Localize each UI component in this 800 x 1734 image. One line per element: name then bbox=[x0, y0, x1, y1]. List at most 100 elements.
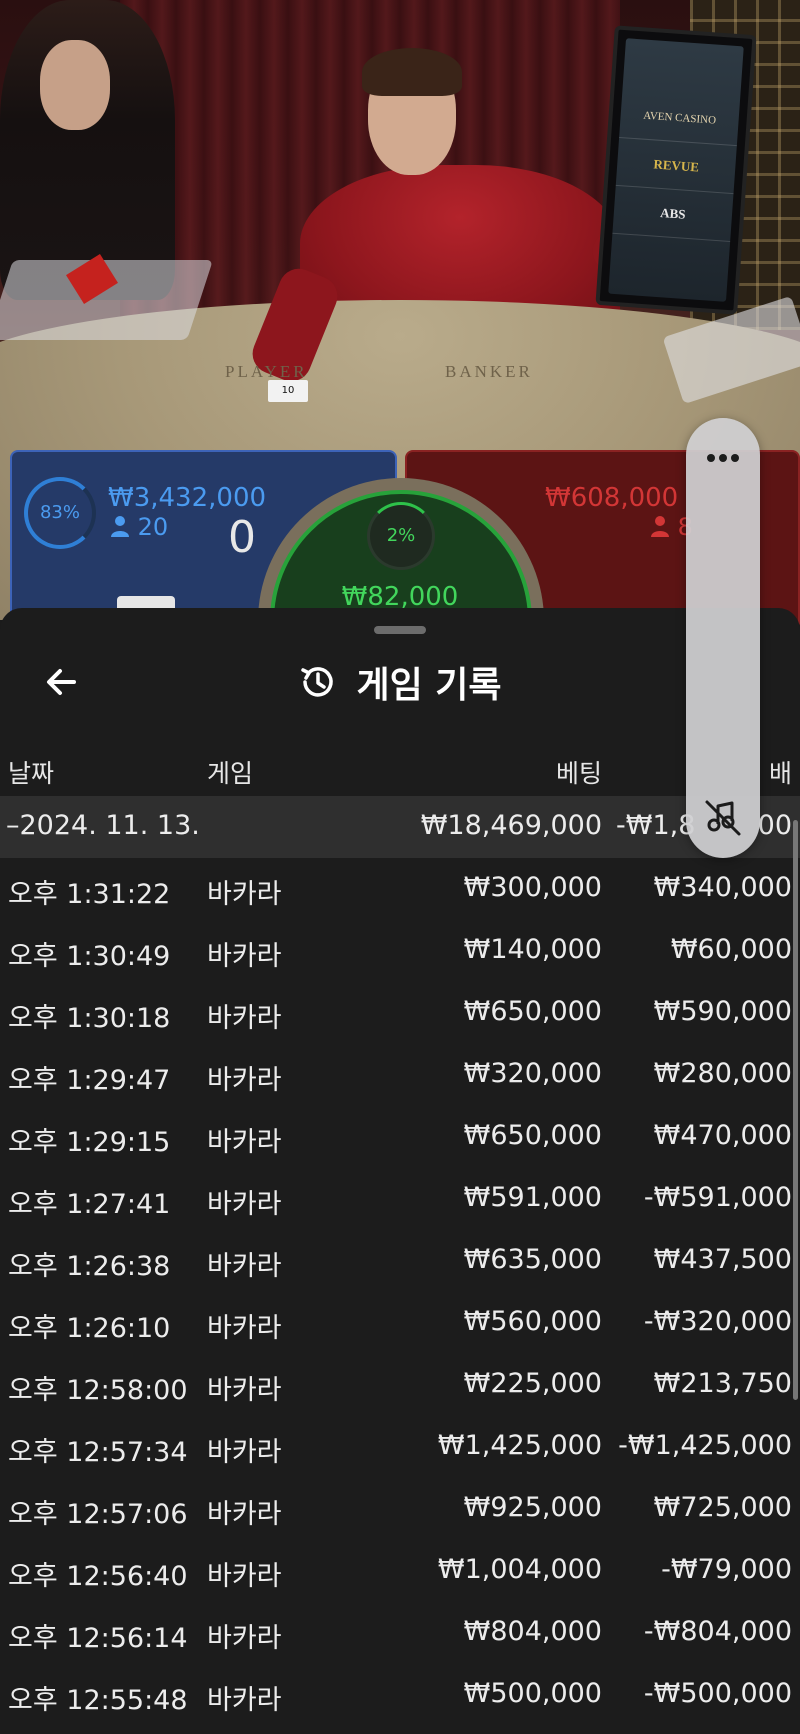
history-row-bet: ₩140,000 bbox=[463, 934, 602, 965]
history-row-game: 바카라 bbox=[207, 1437, 282, 1468]
history-row-payout: -₩320,000 bbox=[643, 1306, 792, 1337]
playing-card: 10 bbox=[268, 380, 308, 402]
brand-revue: REVUE bbox=[615, 137, 737, 195]
history-row-time: 오후 1:30:18 bbox=[8, 1003, 171, 1034]
history-row-bet: ₩225,000 bbox=[463, 1368, 602, 1399]
table-label-player: PLAYER bbox=[225, 362, 308, 381]
scrollbar[interactable] bbox=[793, 820, 798, 1400]
column-header-bet[interactable]: 베팅 bbox=[556, 754, 602, 790]
history-row-payout: ₩725,000 bbox=[653, 1492, 792, 1523]
history-row[interactable]: 오후 12:55:48 바카라 ₩500,000 -₩500,000 bbox=[0, 1664, 800, 1726]
sound-off-icon bbox=[705, 800, 741, 836]
sheet-header: 게임 기록 bbox=[0, 654, 800, 710]
history-row-bet: ₩650,000 bbox=[463, 996, 602, 1027]
summary-date: –2024. 11. 13. bbox=[6, 810, 200, 841]
history-row-game: 바카라 bbox=[207, 941, 282, 972]
summary-payout-tail: 00 bbox=[757, 810, 792, 841]
history-row-time: 오후 1:26:10 bbox=[8, 1313, 171, 1344]
history-row[interactable]: 오후 1:26:38 바카라 ₩635,000 ₩437,500 bbox=[0, 1230, 800, 1292]
history-row-game: 바카라 bbox=[207, 1313, 282, 1344]
date-summary-row[interactable]: –2024. 11. 13. ₩18,469,000 -₩1,8 00 bbox=[0, 796, 800, 858]
history-row-time: 오후 12:56:40 bbox=[8, 1561, 188, 1592]
history-row-game: 바카라 bbox=[207, 1623, 282, 1654]
history-row-bet: ₩320,000 bbox=[463, 1058, 602, 1089]
player-count-value: 20 bbox=[137, 513, 169, 541]
history-row-payout: ₩470,000 bbox=[653, 1120, 792, 1151]
history-row-game: 바카라 bbox=[207, 879, 282, 910]
history-row[interactable]: 오후 12:57:34 바카라 ₩1,425,000 -₩1,425,000 bbox=[0, 1416, 800, 1478]
history-row-payout: -₩1,425,000 bbox=[618, 1430, 792, 1461]
banker-total-amount: ₩608,000 bbox=[545, 483, 679, 513]
more-button[interactable] bbox=[686, 438, 760, 478]
history-row[interactable]: 오후 1:26:10 바카라 ₩560,000 -₩320,000 bbox=[0, 1292, 800, 1354]
history-row-bet: ₩804,000 bbox=[463, 1616, 602, 1647]
history-row-time: 오후 12:58:00 bbox=[8, 1375, 188, 1406]
history-row-time: 오후 12:57:06 bbox=[8, 1499, 188, 1530]
tie-percent: 2% bbox=[386, 525, 416, 546]
person-icon bbox=[651, 516, 669, 537]
dealer-left-face bbox=[40, 40, 110, 130]
history-row-bet: ₩635,000 bbox=[463, 1244, 602, 1275]
history-row-time: 오후 12:55:48 bbox=[8, 1685, 188, 1716]
history-row-payout: -₩79,000 bbox=[661, 1554, 792, 1585]
history-row-bet: ₩591,000 bbox=[463, 1182, 602, 1213]
history-row-payout: -₩591,000 bbox=[643, 1182, 792, 1213]
history-row-game: 바카라 bbox=[207, 1685, 282, 1716]
history-row-game: 바카라 bbox=[207, 1499, 282, 1530]
more-dots-icon bbox=[707, 454, 739, 462]
history-row-time: 오후 1:26:38 bbox=[8, 1251, 171, 1282]
game-history-sheet: 게임 기록 날짜 게임 베팅 배 –2024. 11. 13. ₩18,469,… bbox=[0, 608, 800, 1734]
column-header-game[interactable]: 게임 bbox=[207, 754, 253, 790]
player-count: 20 bbox=[110, 513, 168, 541]
history-row-payout: ₩213,750 bbox=[653, 1368, 792, 1399]
history-row-payout: -₩500,000 bbox=[643, 1678, 792, 1709]
history-row-time: 오후 12:56:14 bbox=[8, 1623, 188, 1654]
history-row[interactable]: 오후 12:56:40 바카라 ₩1,004,000 -₩79,000 bbox=[0, 1540, 800, 1602]
history-row[interactable]: 오후 1:29:47 바카라 ₩320,000 ₩280,000 bbox=[0, 1044, 800, 1106]
history-row-bet: ₩500,000 bbox=[463, 1678, 602, 1709]
sheet-grabber[interactable] bbox=[374, 626, 426, 634]
brand-aven-casino: AVEN CASINO bbox=[619, 90, 741, 147]
history-row[interactable]: 오후 12:57:06 바카라 ₩925,000 ₩725,000 bbox=[0, 1478, 800, 1540]
history-row[interactable]: 오후 12:56:14 바카라 ₩804,000 -₩804,000 bbox=[0, 1602, 800, 1664]
player-score: 0 bbox=[228, 512, 256, 563]
history-icon bbox=[301, 667, 334, 697]
history-row-game: 바카라 bbox=[207, 1561, 282, 1592]
floating-menu bbox=[686, 418, 760, 858]
brand-abs: ABS bbox=[612, 185, 734, 242]
history-row-time: 오후 1:30:49 bbox=[8, 941, 171, 972]
player-percent: 83% bbox=[39, 502, 80, 523]
history-row[interactable]: 오후 1:29:15 바카라 ₩650,000 ₩470,000 bbox=[0, 1106, 800, 1168]
history-row-payout: ₩280,000 bbox=[653, 1058, 792, 1089]
history-row-payout: ₩590,000 bbox=[653, 996, 792, 1027]
brand-monitor: AVEN CASINO REVUE ABS bbox=[595, 25, 757, 315]
history-row-bet: ₩1,425,000 bbox=[437, 1430, 602, 1461]
history-row[interactable]: 오후 1:30:18 바카라 ₩650,000 ₩590,000 bbox=[0, 982, 800, 1044]
history-row-payout: ₩60,000 bbox=[670, 934, 792, 965]
history-row-payout: ₩340,000 bbox=[653, 872, 792, 903]
history-row-bet: ₩300,000 bbox=[463, 872, 602, 903]
history-row[interactable]: 오후 1:27:41 바카라 ₩591,000 -₩591,000 bbox=[0, 1168, 800, 1230]
person-icon bbox=[111, 516, 129, 537]
history-row[interactable]: 오후 1:31:22 바카라 ₩300,000 ₩340,000 bbox=[0, 858, 800, 920]
history-row-game: 바카라 bbox=[207, 1065, 282, 1096]
summary-bet: ₩18,469,000 bbox=[420, 810, 602, 841]
history-row-time: 오후 1:29:15 bbox=[8, 1127, 171, 1158]
history-row-bet: ₩650,000 bbox=[463, 1120, 602, 1151]
dealer-main-hair bbox=[362, 48, 462, 96]
player-total-amount: ₩3,432,000 bbox=[108, 483, 267, 513]
sound-toggle-button[interactable] bbox=[701, 794, 745, 838]
history-row-game: 바카라 bbox=[207, 1251, 282, 1282]
table-header: 날짜 게임 베팅 배 bbox=[0, 746, 800, 794]
history-row-time: 오후 12:57:34 bbox=[8, 1437, 188, 1468]
column-header-payout[interactable]: 배 bbox=[769, 754, 792, 790]
history-row[interactable]: 오후 12:58:00 바카라 ₩225,000 ₩213,750 bbox=[0, 1354, 800, 1416]
history-row-bet: ₩925,000 bbox=[463, 1492, 602, 1523]
history-row[interactable]: 오후 1:30:49 바카라 ₩140,000 ₩60,000 bbox=[0, 920, 800, 982]
history-row-time: 오후 1:27:41 bbox=[8, 1189, 171, 1220]
page-title: 게임 기록 bbox=[356, 665, 502, 706]
table-label-banker: BANKER bbox=[445, 362, 533, 381]
history-row-game: 바카라 bbox=[207, 1127, 282, 1158]
column-header-date[interactable]: 날짜 bbox=[8, 754, 54, 790]
history-row-game: 바카라 bbox=[207, 1003, 282, 1034]
